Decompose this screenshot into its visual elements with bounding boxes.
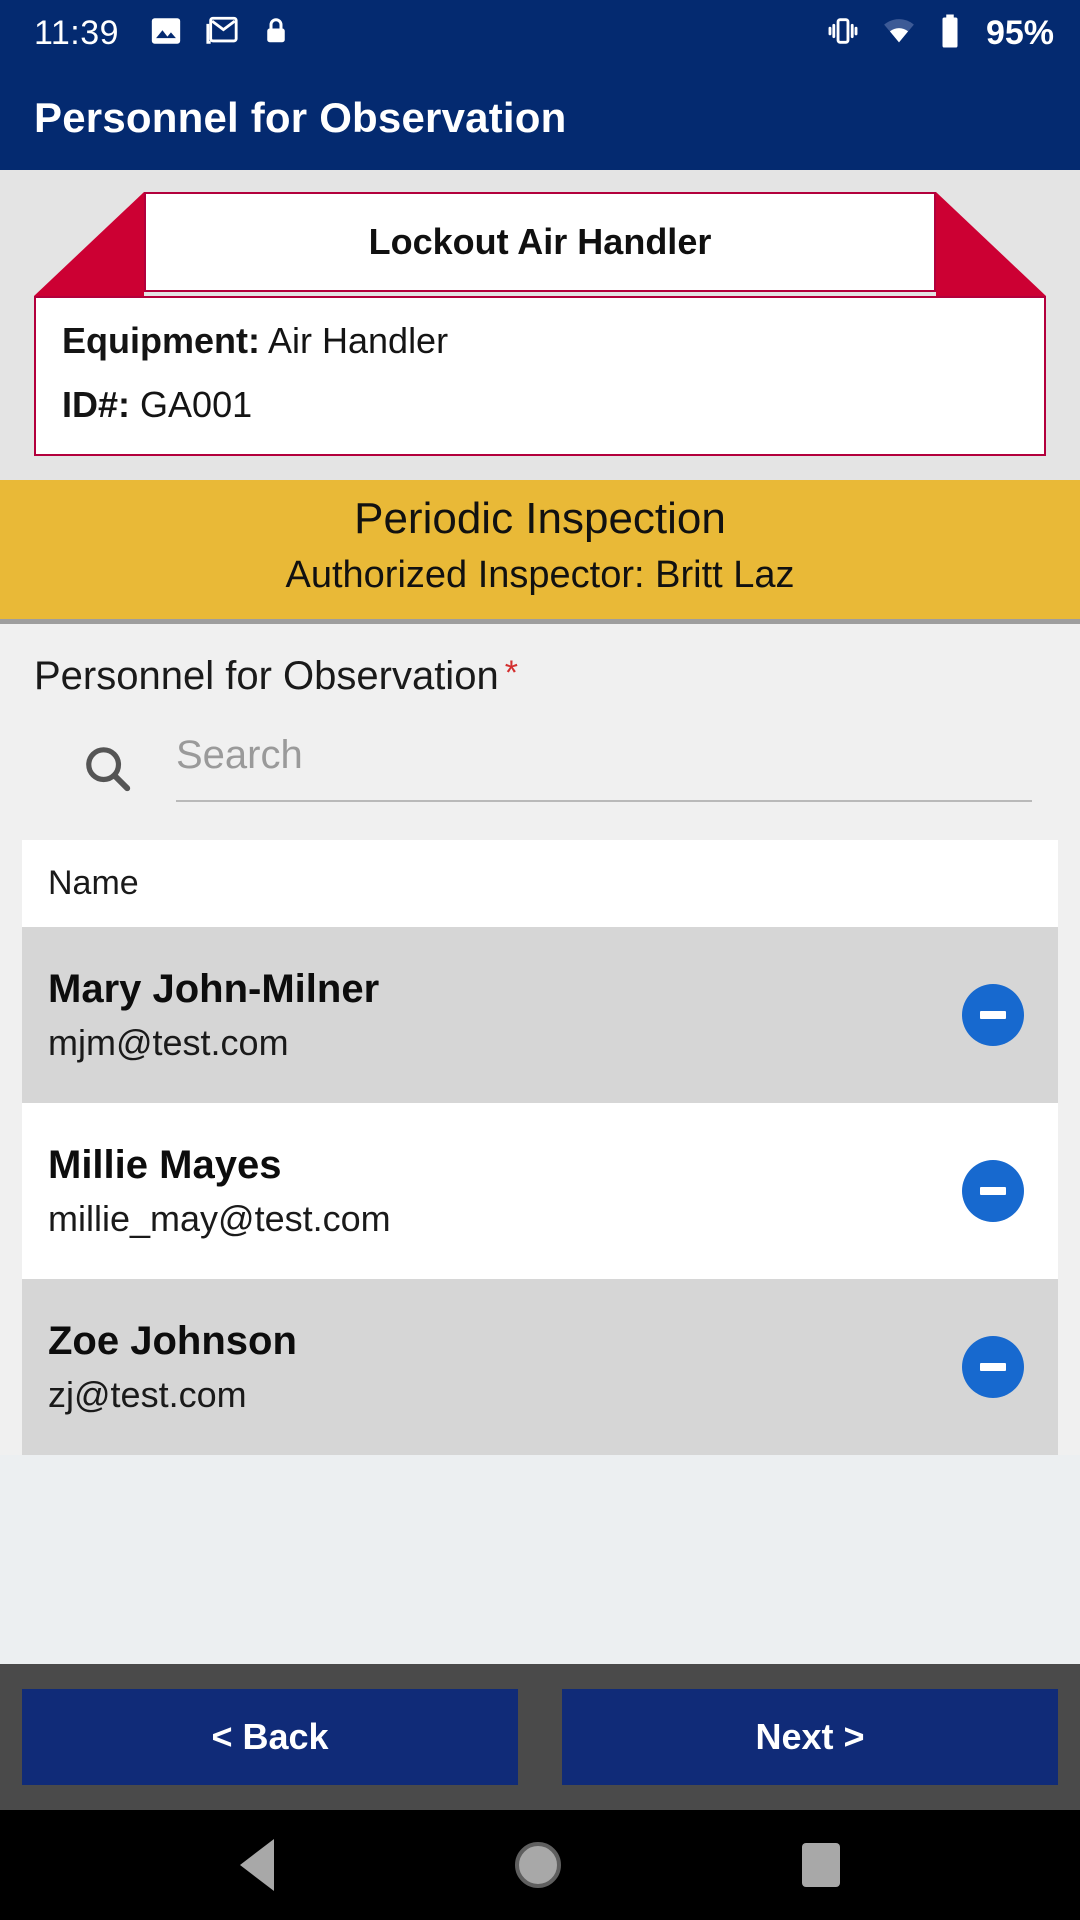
person-name: Millie Mayes [48, 1142, 282, 1187]
lock-icon [261, 14, 291, 53]
table-row[interactable]: Mary John-Milner mjm@test.com [22, 927, 1058, 1103]
person-name: Zoe Johnson [48, 1318, 297, 1363]
equipment-id-label: ID#: [62, 384, 131, 425]
photo-icon [149, 14, 183, 53]
inspection-type: Periodic Inspection [354, 494, 726, 543]
content-area: Lockout Air Handler Equipment: Air Handl… [0, 170, 1080, 1455]
field-label-row: Personnel for Observation * [0, 654, 1080, 699]
app-bar: Personnel for Observation [0, 66, 1080, 170]
authorized-inspector: Authorized Inspector: Britt Laz [285, 554, 795, 596]
person-name: Mary John-Milner [48, 966, 380, 1011]
wifi-icon [880, 14, 918, 53]
ribbon-title-text: Lockout Air Handler [368, 221, 712, 262]
search-icon[interactable] [80, 741, 134, 795]
equipment-label: Equipment: [62, 320, 260, 361]
required-asterisk: * [504, 654, 518, 692]
equipment-id-value: GA001 [140, 384, 253, 425]
equipment-card: Lockout Air Handler [0, 170, 1080, 296]
person-email: mjm@test.com [48, 1021, 289, 1063]
table-row[interactable]: Zoe Johnson zj@test.com [22, 1279, 1058, 1455]
equipment-id-row: ID#: GA001 [62, 384, 1018, 426]
ribbon-wing-left-icon [34, 192, 144, 296]
search-row[interactable]: Search [80, 733, 1032, 802]
ribbon-banner: Lockout Air Handler [34, 192, 1046, 296]
search-placeholder: Search [176, 733, 303, 777]
form-area: Personnel for Observation * Search Name M… [0, 624, 1080, 1455]
table-header-row: Name [22, 840, 1058, 927]
back-icon[interactable] [240, 1839, 275, 1891]
remove-person-icon[interactable] [962, 1160, 1024, 1222]
remove-person-icon[interactable] [962, 1336, 1024, 1398]
status-left-icons [149, 14, 291, 53]
person-info: Zoe Johnson zj@test.com [48, 1319, 297, 1416]
ribbon-wing-right-icon [936, 192, 1046, 296]
gmail-icon [205, 14, 239, 53]
recents-icon[interactable] [801, 1843, 840, 1887]
status-bar: 11:39 95% [0, 0, 1080, 66]
vibrate-icon [826, 14, 860, 53]
battery-percent: 95% [985, 13, 1054, 52]
app-screen: 11:39 95% Personnel for Observation Lock… [0, 0, 1080, 1920]
inspection-banner: Periodic Inspection Authorized Inspector… [0, 480, 1080, 624]
search-input[interactable]: Search [176, 733, 1032, 802]
field-label-text: Personnel for Observation [34, 654, 499, 698]
equipment-row: Equipment: Air Handler [62, 320, 1018, 362]
equipment-details-box: Equipment: Air Handler ID#: GA001 [34, 296, 1046, 456]
page-title: Personnel for Observation [34, 94, 567, 141]
column-header-name: Name [48, 864, 139, 902]
back-button[interactable]: < Back [22, 1689, 518, 1785]
person-info: Millie Mayes millie_may@test.com [48, 1143, 391, 1240]
status-right-icons: 95% [826, 13, 1054, 54]
person-email: zj@test.com [48, 1373, 247, 1415]
wizard-footer: < Back Next > [0, 1664, 1080, 1810]
ribbon-title-box: Lockout Air Handler [144, 192, 936, 292]
table-row[interactable]: Millie Mayes millie_may@test.com [22, 1103, 1058, 1279]
person-email: millie_may@test.com [48, 1197, 391, 1239]
person-info: Mary John-Milner mjm@test.com [48, 967, 379, 1064]
home-icon[interactable] [514, 1842, 561, 1888]
battery-icon [938, 13, 962, 54]
status-time: 11:39 [34, 13, 120, 52]
next-button[interactable]: Next > [562, 1689, 1058, 1785]
android-navigation-bar [0, 1810, 1080, 1920]
equipment-value: Air Handler [268, 320, 449, 361]
personnel-table: Name Mary John-Milner mjm@test.com Milli… [22, 840, 1058, 1455]
remove-person-icon[interactable] [962, 984, 1024, 1046]
